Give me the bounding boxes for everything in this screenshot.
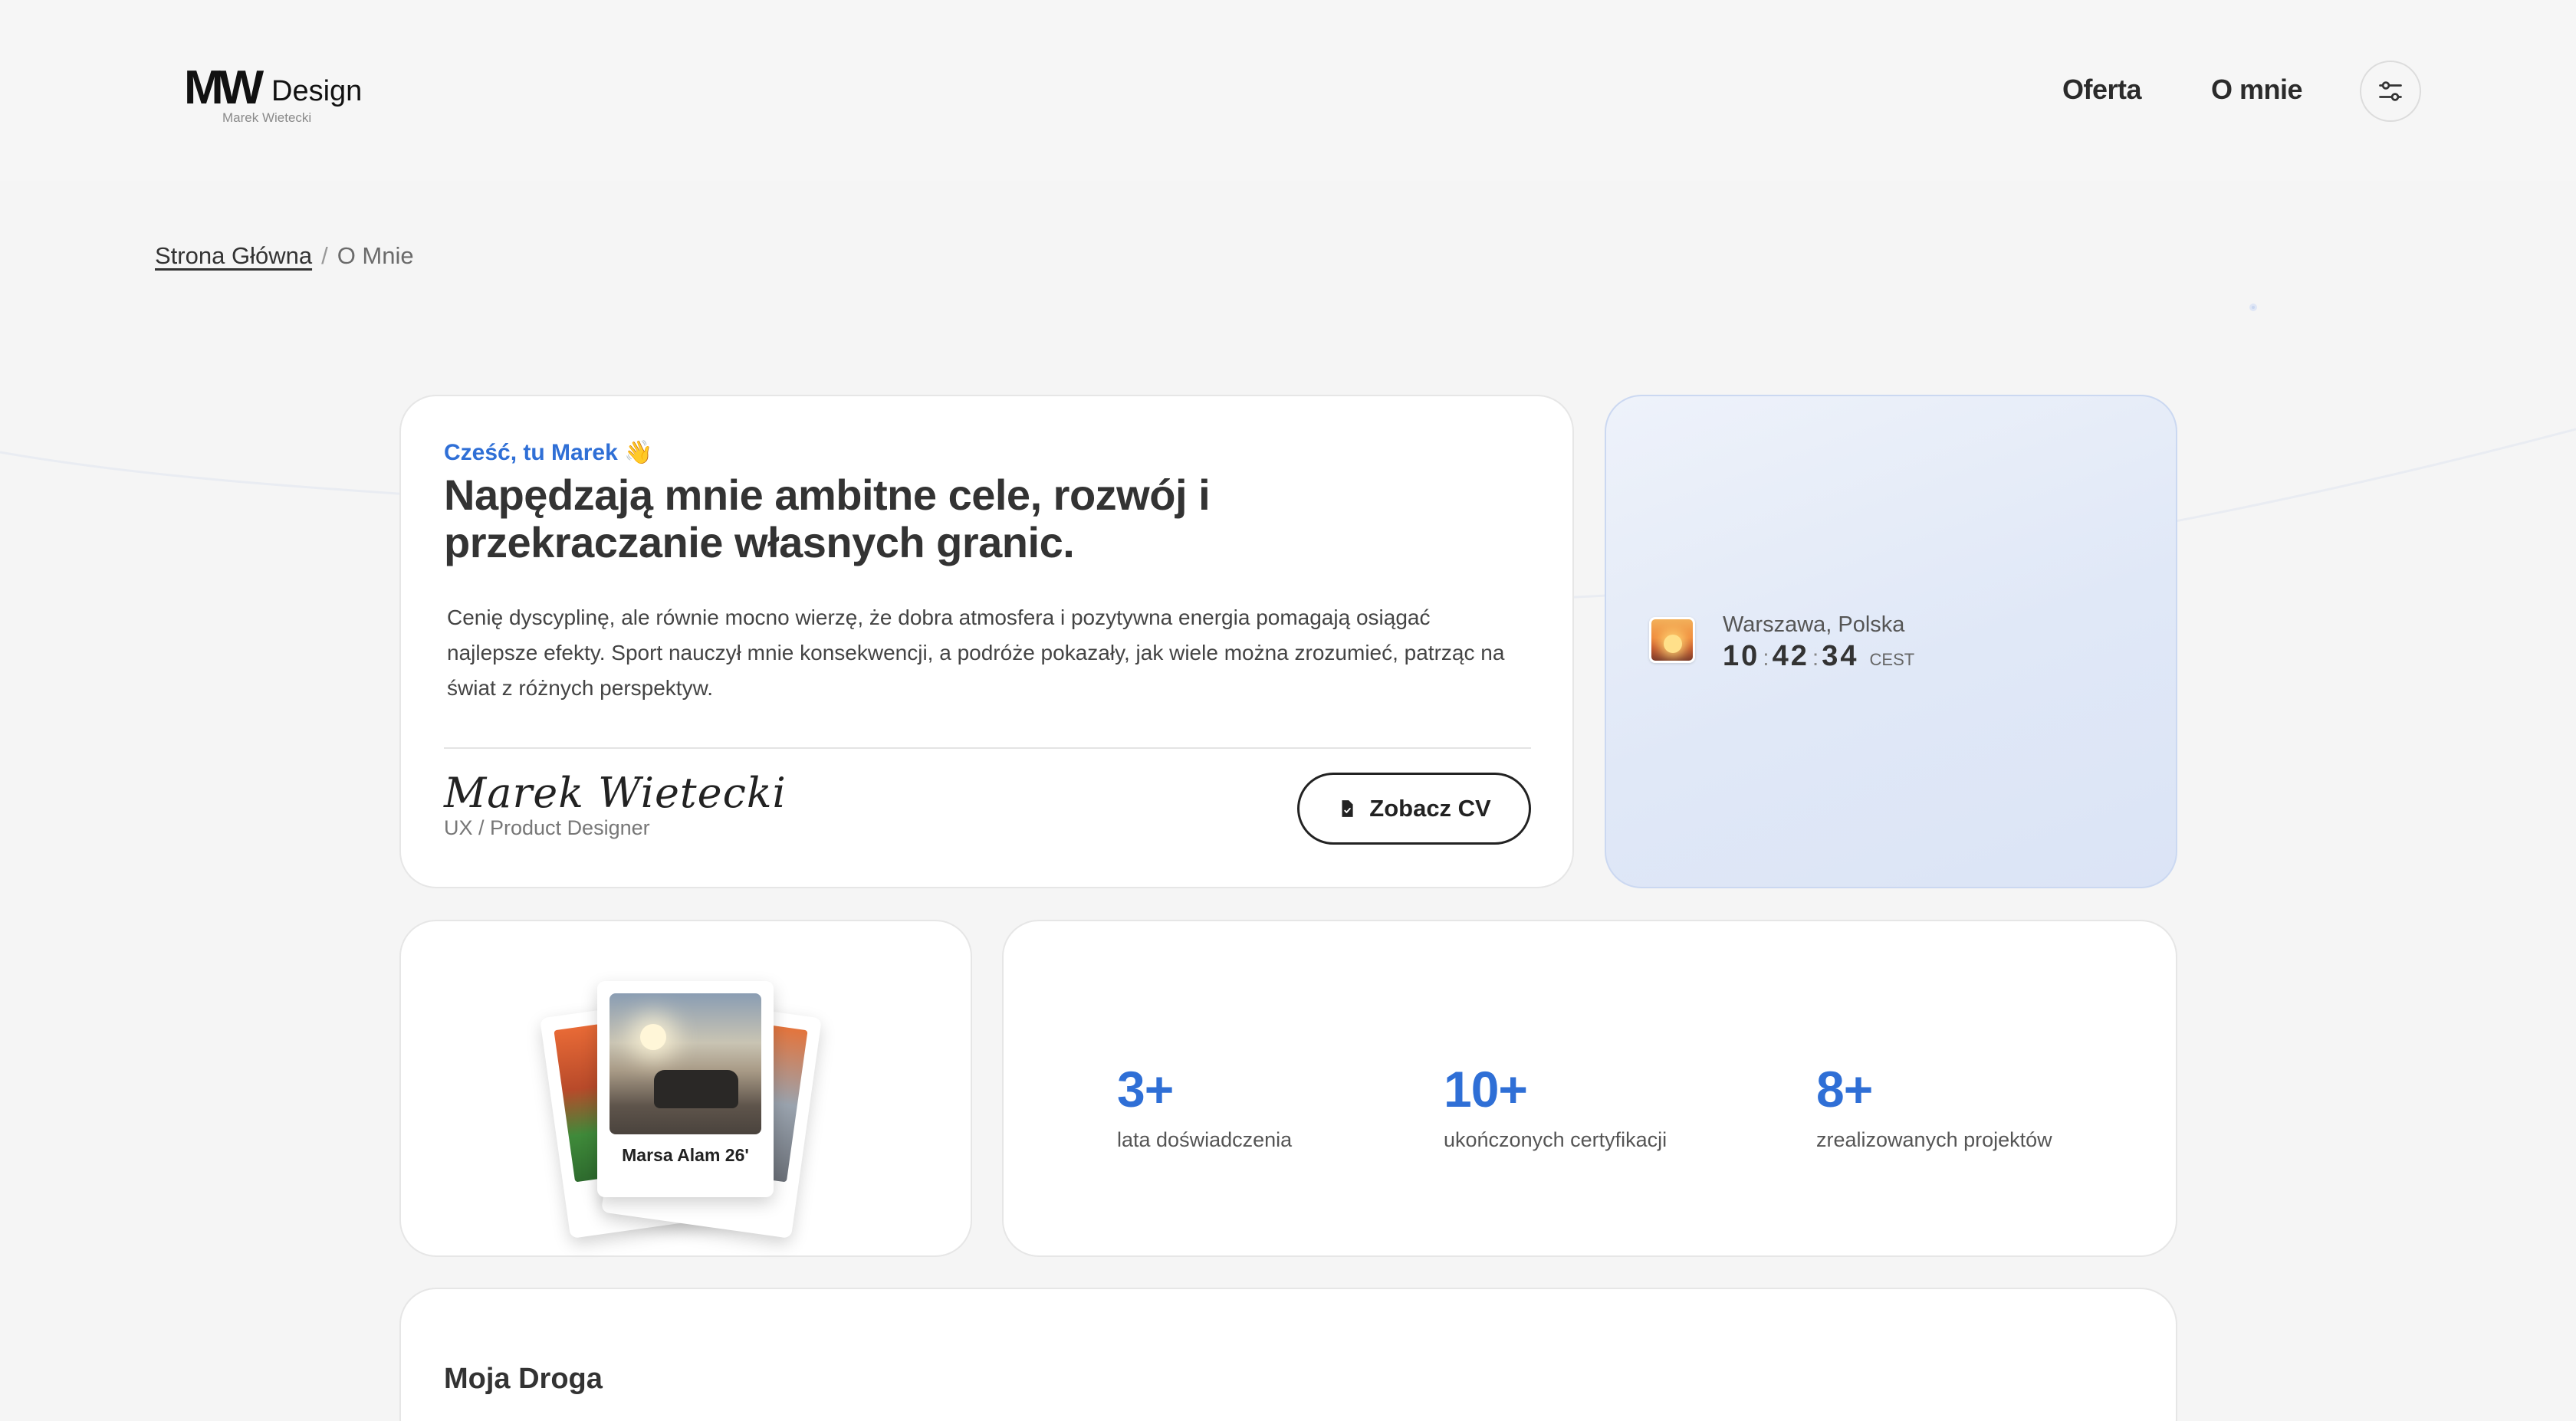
logo[interactable]: MW Design Marek Wietecki bbox=[184, 64, 368, 127]
settings-button[interactable] bbox=[2360, 61, 2421, 122]
breadcrumb-separator: / bbox=[321, 242, 328, 269]
clock-time: 10 : 42 : 34 CEST bbox=[1723, 640, 1914, 673]
clock-colon: : bbox=[1812, 645, 1819, 671]
view-cv-label: Zobacz CV bbox=[1369, 795, 1491, 822]
photo-desert-quad bbox=[610, 993, 761, 1134]
journey-title: Moja Droga bbox=[444, 1363, 603, 1395]
stats-card: 3+ lata doświadczenia 10+ ukończonych ce… bbox=[1002, 920, 2177, 1257]
clock-hours: 10 bbox=[1723, 640, 1760, 672]
stat-value: 10+ bbox=[1444, 1061, 1528, 1117]
intro-card: Cześć, tu Marek 👋 Napędzają mnie ambitne… bbox=[399, 395, 1574, 888]
clock-minutes: 42 bbox=[1772, 640, 1809, 672]
stat-projects: 8+ zrealizowanych projektów bbox=[1816, 1064, 2052, 1152]
stat-certifications: 10+ ukończonych certyfikacji bbox=[1444, 1064, 1667, 1152]
stat-label: lata doświadczenia bbox=[1117, 1128, 1293, 1151]
sliders-icon bbox=[2379, 81, 2402, 101]
signature: Marek Wietecki bbox=[444, 769, 787, 817]
clock-seconds: 34 bbox=[1822, 640, 1859, 672]
logo-subtitle: Marek Wietecki bbox=[222, 110, 312, 125]
nav-o-mnie[interactable]: O mnie bbox=[2211, 74, 2303, 106]
clock-timezone: CEST bbox=[1869, 650, 1915, 669]
logo-mark: MW bbox=[184, 61, 264, 114]
photo-stack-card: Marsa Alam 26' bbox=[399, 920, 972, 1257]
breadcrumb: Strona Główna / O Mnie bbox=[155, 242, 414, 270]
sunset-image bbox=[1649, 617, 1695, 663]
document-icon bbox=[1342, 800, 1353, 817]
stat-experience: 3+ lata doświadczenia bbox=[1117, 1064, 1292, 1152]
view-cv-button[interactable]: Zobacz CV bbox=[1297, 773, 1531, 845]
breadcrumb-home[interactable]: Strona Główna bbox=[155, 242, 312, 269]
clock-location: Warszawa, Polska bbox=[1723, 612, 1905, 637]
intro-text: Cenię dyscyplinę, ale równie mocno wierz… bbox=[447, 605, 1505, 700]
stat-label: ukończonych certyfikacji bbox=[1444, 1128, 1668, 1151]
polaroid-front[interactable]: Marsa Alam 26' bbox=[597, 981, 774, 1197]
sparkle-icon bbox=[2249, 304, 2257, 311]
divider bbox=[444, 747, 1531, 749]
nav-oferta[interactable]: Oferta bbox=[2062, 74, 2142, 106]
breadcrumb-current: O Mnie bbox=[337, 242, 414, 269]
journey-card: Moja Droga bbox=[399, 1288, 2177, 1421]
site-header: MW Design Marek Wietecki Oferta O mnie bbox=[0, 0, 2576, 181]
logo-word: Design bbox=[271, 75, 363, 107]
clock-card: Warszawa, Polska 10 : 42 : 34 CEST bbox=[1605, 395, 2177, 888]
stat-label: zrealizowanych projektów bbox=[1816, 1128, 2052, 1151]
stat-value: 3+ bbox=[1117, 1061, 1174, 1117]
photo-caption: Marsa Alam 26' bbox=[622, 1145, 749, 1165]
clock-colon: : bbox=[1763, 645, 1769, 671]
role-label: UX / Product Designer bbox=[444, 816, 650, 839]
page-title: Napędzają mnie ambitne cele, rozwój i pr… bbox=[444, 471, 1211, 566]
stat-value: 8+ bbox=[1816, 1061, 1873, 1117]
greeting: Cześć, tu Marek 👋 bbox=[444, 440, 653, 465]
